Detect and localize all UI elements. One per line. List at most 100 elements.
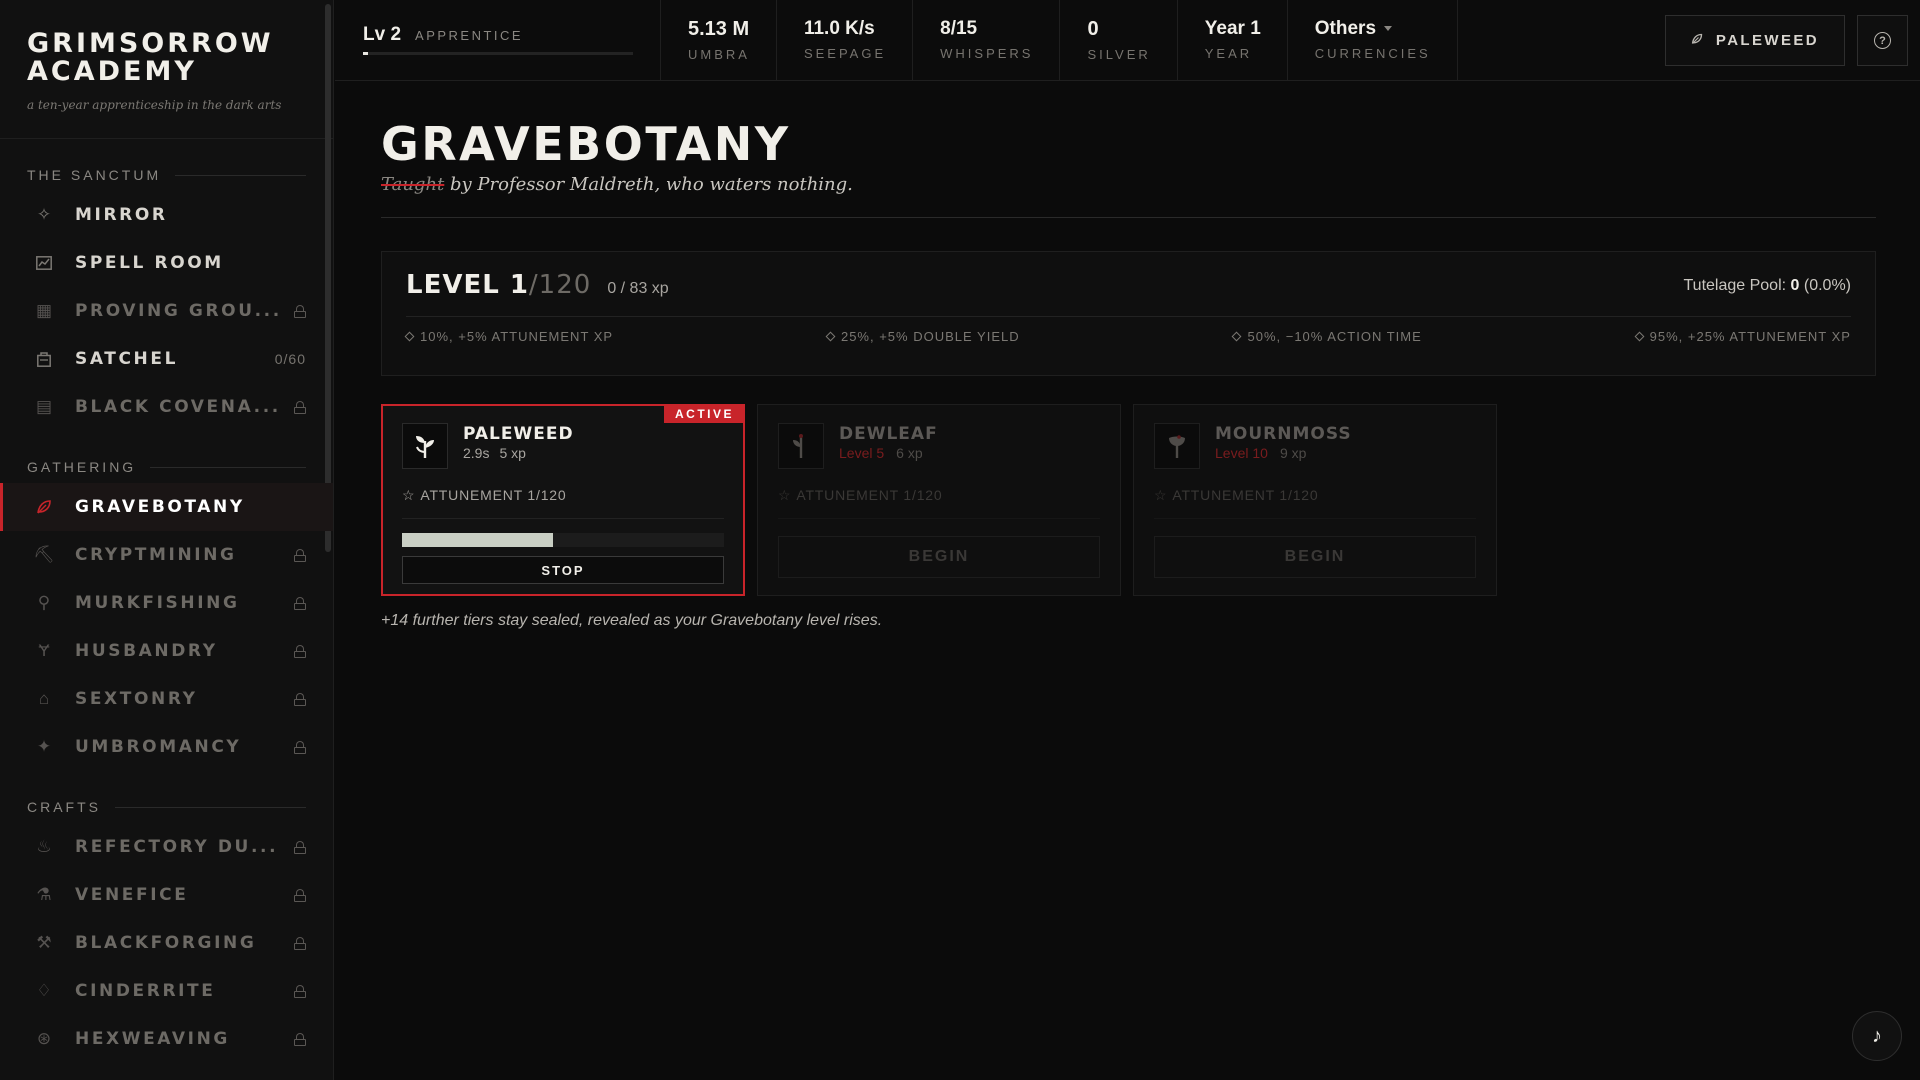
stop-button[interactable]: STOP xyxy=(402,556,724,584)
sidebar-item-label: SEXTONRY xyxy=(75,689,198,709)
sealed-tiers-note: +14 further tiers stay sealed, revealed … xyxy=(381,612,883,629)
level-progress-fill xyxy=(363,52,369,55)
sidebar-item-label: HEXWEAVING xyxy=(75,1029,230,1049)
sprout-icon: Ɏ xyxy=(38,641,50,660)
currencies-dropdown[interactable]: Others CURRENCIES xyxy=(1288,0,1458,80)
section-crafts: CRAFTS xyxy=(0,797,333,817)
leaf-icon xyxy=(30,496,58,518)
level-requirement: Level 5 xyxy=(839,445,885,461)
panel-divider xyxy=(406,316,1851,317)
stat-value: 11.0 K/s xyxy=(803,18,875,39)
sidebar-item-gravebotany[interactable]: GRAVEBOTANY xyxy=(0,483,333,531)
current-action-button[interactable]: PALEWEED xyxy=(1664,15,1845,66)
skill-xp: 0 / 83 xp xyxy=(607,280,669,297)
help-button[interactable]: ? xyxy=(1857,15,1908,66)
stat-label: WHISPERS xyxy=(940,46,1034,61)
sidebar-item-label: SPELL ROOM xyxy=(75,253,224,273)
title-divider xyxy=(381,217,1876,218)
page-subtitle: Taught by Professor Maldreth, who waters… xyxy=(381,174,1876,195)
lock-icon xyxy=(294,984,306,998)
resource-card-paleweed[interactable]: ACTIVE PALEWEED 2.9s 5 xp ☆ ATTUNEMENT 1/1… xyxy=(381,404,745,596)
resource-cards: ACTIVE PALEWEED 2.9s 5 xp ☆ ATTUNEMENT 1/1… xyxy=(381,404,1876,596)
sidebar-item-venefice[interactable]: ⚗ VENEFICE xyxy=(0,871,333,919)
milestone: 25%, +5% DOUBLE YIELD xyxy=(825,329,1020,344)
sidebar-item-umbromancy[interactable]: ✦ UMBROMANCY xyxy=(0,723,333,771)
stat-whispers: 8/15 WHISPERS xyxy=(913,0,1061,80)
sidebar-item-label: BLACKFORGING xyxy=(75,933,257,953)
sidebar-item-black-covenant[interactable]: ▤ BLACK COVENA... xyxy=(0,383,333,431)
milestone-label: 95%, +25% ATTUNEMENT XP xyxy=(1649,329,1851,344)
lock-icon xyxy=(294,936,306,950)
sidebar-item-husbandry[interactable]: Ɏ HUSBANDRY xyxy=(0,627,333,675)
lock-icon xyxy=(294,304,306,318)
lock-icon xyxy=(294,740,306,754)
milestone-label: 25%, +5% DOUBLE YIELD xyxy=(840,329,1020,344)
sidebar-item-label: SATCHEL xyxy=(75,349,179,369)
tutelage-pool: Tutelage Pool: 0 (0.0%) xyxy=(1683,277,1851,295)
section-sanctum: THE SANCTUM xyxy=(0,165,333,185)
page-title: GRAVEBOTANY xyxy=(381,117,791,171)
stat-label: CURRENCIES xyxy=(1314,46,1431,61)
sidebar-item-label: GRAVEBOTANY xyxy=(75,497,245,517)
sidebar-item-proving-grounds[interactable]: ▦ PROVING GROU... xyxy=(0,287,333,335)
sidebar-item-sextonry[interactable]: ⌂ SEXTONRY xyxy=(0,675,333,723)
sidebar-item-label: CINDERRITE xyxy=(75,981,216,1001)
sidebar-item-murkfishing[interactable]: ⚲ MURKFISHING xyxy=(0,579,333,627)
subtitle-struck: Taught xyxy=(381,174,445,195)
pickaxe-icon: ⛏ xyxy=(33,545,55,564)
mournmoss-icon xyxy=(1154,423,1200,469)
hammer-icon: ⚒ xyxy=(36,933,52,952)
sidebar-item-blackforging[interactable]: ⚒ BLACKFORGING xyxy=(0,919,333,967)
current-action-label: PALEWEED xyxy=(1715,32,1819,49)
attunement-label: ATTUNEMENT 1/120 xyxy=(420,487,567,503)
music-toggle-button[interactable]: ♪ xyxy=(1852,1011,1902,1061)
resource-name: MOURNMOSS xyxy=(1215,424,1352,444)
satchel-icon xyxy=(30,348,58,370)
sidebar: GRIMSORROW ACADEMY a ten-year apprentice… xyxy=(0,0,334,1080)
help-icon: ? xyxy=(1874,32,1891,49)
stat-value: 5.13 M xyxy=(688,18,750,40)
sidebar-item-mirror[interactable]: ✧ MIRROR xyxy=(0,191,333,239)
attunement: ☆ ATTUNEMENT 1/120 xyxy=(1154,487,1476,519)
sidebar-item-spell-room[interactable]: SPELL ROOM xyxy=(0,239,333,287)
begin-button[interactable]: BEGIN xyxy=(1154,536,1476,578)
star-icon: ✦ xyxy=(36,737,52,756)
stat-seepage: 11.0 K/s SEEPAGE xyxy=(777,0,914,80)
begin-button[interactable]: BEGIN xyxy=(778,536,1100,578)
sidebar-item-satchel[interactable]: SATCHEL 0/60 xyxy=(0,335,333,383)
player-rank: APPRENTICE xyxy=(415,28,524,43)
tutelage-pool-label: Tutelage Pool: xyxy=(1683,277,1791,294)
xp-reward: 5 xp xyxy=(499,445,526,461)
sidebar-item-refectory-duties[interactable]: ♨ REFECTORY DU... xyxy=(0,823,333,871)
section-gathering: GATHERING xyxy=(0,457,333,477)
sidebar-item-hexweaving[interactable]: ⊛ HEXWEAVING xyxy=(0,1015,333,1063)
lock-icon xyxy=(294,400,306,414)
level-requirement: Level 10 xyxy=(1215,445,1268,461)
stat-value: 0 xyxy=(1087,18,1099,40)
diamond-icon xyxy=(825,331,836,342)
resource-name: DEWLEAF xyxy=(839,424,938,444)
flask-icon: ⚗ xyxy=(36,885,52,904)
paleweed-icon xyxy=(402,423,448,469)
action-progress-fill xyxy=(402,533,554,547)
dewleaf-icon xyxy=(778,423,824,469)
milestones: 10%, +5% ATTUNEMENT XP 25%, +5% DOUBLE Y… xyxy=(404,329,1851,344)
sidebar-item-cinderrite[interactable]: ♢ CINDERRITE xyxy=(0,967,333,1015)
sidebar-item-label: MIRROR xyxy=(75,205,168,225)
stat-year: Year 1 YEAR xyxy=(1178,0,1288,80)
stat-label: YEAR xyxy=(1204,46,1253,61)
brand-subtitle: a ten-year apprenticeship in the dark ar… xyxy=(27,98,282,112)
top-bar: Lv 2 APPRENTICE 5.13 M UMBRA 11.0 K/s SE… xyxy=(335,0,1920,81)
flame-icon: ♢ xyxy=(36,981,52,1000)
resource-card-mournmoss[interactable]: MOURNMOSS Level 10 9 xp ☆ ATTUNEMENT 1/120… xyxy=(1133,404,1497,596)
milestone: 95%, +25% ATTUNEMENT XP xyxy=(1634,329,1851,344)
stat-umbra: 5.13 M UMBRA xyxy=(661,0,777,80)
resource-card-dewleaf[interactable]: DEWLEAF Level 5 6 xp ☆ ATTUNEMENT 1/120 BE… xyxy=(757,404,1121,596)
attunement-label: ATTUNEMENT 1/120 xyxy=(1172,487,1319,503)
section-label: GATHERING xyxy=(27,459,137,475)
stat-label: UMBRA xyxy=(688,47,750,62)
lock-icon xyxy=(294,548,306,562)
sidebar-item-cryptmining[interactable]: ⛏ CRYPTMINING xyxy=(0,531,333,579)
attunement: ☆ ATTUNEMENT 1/120 xyxy=(402,487,724,519)
chart-icon xyxy=(30,252,58,274)
